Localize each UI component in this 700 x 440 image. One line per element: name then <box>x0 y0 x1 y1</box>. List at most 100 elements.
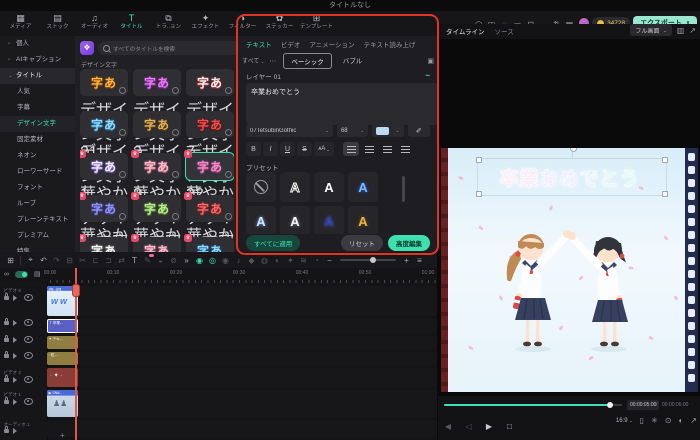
visibility-icon[interactable] <box>24 336 33 343</box>
align-center-button[interactable] <box>361 142 377 156</box>
chroma-icon[interactable]: ⊚ <box>167 256 180 265</box>
font-size-select[interactable]: 68 ⌄ <box>336 124 369 137</box>
track-list-icon[interactable]: ≡ <box>413 256 426 265</box>
preset-tile-0[interactable] <box>246 172 276 202</box>
render-settings-icon[interactable]: ✳ <box>651 416 658 425</box>
tab-アニメーション[interactable]: アニメーション <box>309 39 354 49</box>
sidebar-item-字幕[interactable]: 字幕 <box>0 100 75 116</box>
speed-icon[interactable]: ≋ <box>297 256 310 265</box>
motion-icon[interactable]: ◍ <box>258 256 271 265</box>
eyedropper-icon[interactable]: ✐ <box>407 124 430 137</box>
zoom-out-icon[interactable]: − <box>323 256 336 265</box>
lock-icon[interactable] <box>4 374 9 382</box>
keyframe-icon[interactable]: ◆ <box>245 256 258 265</box>
filter-circle-icon[interactable]: ◐ <box>271 256 284 265</box>
timeline-ruler[interactable]: ∞ ▤ 00:00 00:10 00:20 00:30 00:40 00:50 01:00 <box>0 268 437 283</box>
sidebar-item-ネオン[interactable]: ネオン <box>0 148 75 164</box>
workspace-icon[interactable]: ⊞ <box>4 256 17 265</box>
design-text-card[interactable]: 字あ <box>80 69 128 96</box>
design-text-card[interactable]: 字あ <box>186 69 234 96</box>
zoom-in-icon[interactable]: + <box>400 256 413 265</box>
fullscreen-icon[interactable]: ↗ <box>690 416 697 425</box>
mute-icon[interactable] <box>13 352 20 359</box>
toolbar-item-media[interactable]: ▦ メディア <box>2 13 39 31</box>
format-u-button[interactable]: U <box>280 142 295 156</box>
clipboard-icon[interactable]: ▣ <box>427 57 434 65</box>
align-right-button[interactable] <box>379 142 395 156</box>
design-text-card[interactable]: 字あ ♛ <box>131 192 181 222</box>
align-justify-button[interactable] <box>397 142 413 156</box>
timeline-clip[interactable]: ◦ 粒... <box>47 352 78 365</box>
sidebar-item-ローワーサード[interactable]: ローワーサード <box>0 164 75 180</box>
tab-テキスト読み上げ[interactable]: テキスト読み上げ <box>364 39 416 49</box>
lock-icon[interactable] <box>4 396 9 404</box>
design-text-card[interactable]: 字あ ♛ <box>131 150 181 180</box>
format-i-button[interactable]: I <box>263 142 278 156</box>
select-icon[interactable]: ⌖ <box>24 255 37 265</box>
rotate-handle[interactable] <box>569 148 577 152</box>
text-content-field[interactable]: 卒業おめでとう <box>246 83 438 125</box>
sidebar-item-特集[interactable]: 特集 <box>0 244 75 252</box>
audio-icon[interactable]: ♪ <box>232 256 245 265</box>
toolbar-item-audio[interactable]: ♫ オーディオ <box>76 13 113 31</box>
play-backward-button[interactable]: ◁ <box>460 422 476 431</box>
lock-icon[interactable] <box>4 350 9 358</box>
expand-icon[interactable]: ↗ <box>689 26 696 35</box>
sidebar-item-固定素材[interactable]: 固定素材 <box>0 132 75 148</box>
tab-テキスト[interactable]: テキスト <box>246 39 272 49</box>
preset-tile-4[interactable]: A <box>246 206 276 236</box>
subtab-バブル[interactable]: バブル <box>336 53 370 69</box>
split-icon[interactable]: ✂ <box>76 256 89 265</box>
visibility-icon[interactable] <box>24 352 33 359</box>
preset-tile-7[interactable]: A <box>348 206 378 236</box>
snap-toggle[interactable] <box>15 270 28 278</box>
align-left-button[interactable] <box>343 142 359 156</box>
search-input[interactable]: すべてのタイトルを検索 <box>98 41 237 55</box>
sidebar-item-フォント[interactable]: フォント <box>0 180 75 196</box>
design-text-card[interactable]: 字あ ♛ <box>184 234 234 252</box>
design-text-card[interactable]: 字あ <box>133 69 181 96</box>
layer-animate-icon[interactable]: ~ <box>425 71 430 81</box>
format-b-button[interactable]: B <box>246 142 261 156</box>
design-text-card[interactable]: 字あ ♛ <box>80 150 128 180</box>
design-text-card[interactable]: 字あ ♛ <box>184 192 234 222</box>
record-icon[interactable]: ◉ <box>219 256 232 265</box>
smart-cut-icon[interactable]: ◎ <box>206 256 219 265</box>
sidebar-item-デザイン文字[interactable]: デザイン文字 <box>0 116 75 132</box>
mute-icon[interactable] <box>13 319 20 326</box>
mute-icon[interactable] <box>13 398 20 405</box>
link-icon[interactable]: ∞ <box>4 271 9 278</box>
toolbar-item-templates[interactable]: ⊞ テンプレート <box>298 13 335 31</box>
more-icon[interactable]: ⋯ <box>269 57 276 65</box>
add-track-button[interactable]: + <box>60 431 65 440</box>
playhead-handle[interactable] <box>71 284 80 297</box>
design-text-card[interactable]: 字あ <box>80 111 128 138</box>
timeline-clip[interactable]: T 卒業... <box>47 319 78 333</box>
sidebar-item-プレーンテキスト[interactable]: プレーンテキスト <box>0 212 75 228</box>
mute-icon[interactable] <box>13 336 20 343</box>
timeline-clip[interactable]: ✦ テキ... <box>47 336 78 349</box>
text-tool-icon[interactable]: T <box>128 256 141 265</box>
lock-icon[interactable] <box>4 317 9 325</box>
visibility-icon[interactable] <box>24 319 33 326</box>
design-text-card[interactable]: 字あ <box>133 111 181 138</box>
tab-ビデオ[interactable]: ビデオ <box>281 39 301 49</box>
toolbar-item-stock[interactable]: ▤ ストック <box>39 13 76 31</box>
font-family-select[interactable]: 07TetsubinGothic ⌄ <box>246 124 333 137</box>
compare-icon[interactable]: ◐ <box>678 416 683 425</box>
sidebar-group-タイトル[interactable]: ⌄ タイトル <box>0 68 75 84</box>
preview-tab-ソース[interactable]: ソース <box>495 26 514 36</box>
seek-handle[interactable] <box>607 402 613 408</box>
lock-icon[interactable] <box>4 334 9 342</box>
preset-scrollbar[interactable] <box>402 176 405 202</box>
mute-icon[interactable] <box>13 294 20 301</box>
lock-icon[interactable] <box>4 426 9 433</box>
design-text-card[interactable]: 字あ ♛ <box>80 234 128 252</box>
snapshot-icon[interactable]: ⊙ <box>665 416 672 425</box>
split-view-icon[interactable]: ▥ <box>677 26 685 35</box>
apply-to-all-button[interactable]: すべてに適用 <box>246 235 301 251</box>
toolbar-item-filters[interactable]: ◑ フィルター <box>224 13 261 31</box>
undo-icon[interactable]: ↶ <box>37 256 50 265</box>
aspect-ratio-select[interactable]: 16:9 ⌄ <box>616 418 633 424</box>
timeline-clip[interactable]: · ✦ · <box>47 368 78 387</box>
